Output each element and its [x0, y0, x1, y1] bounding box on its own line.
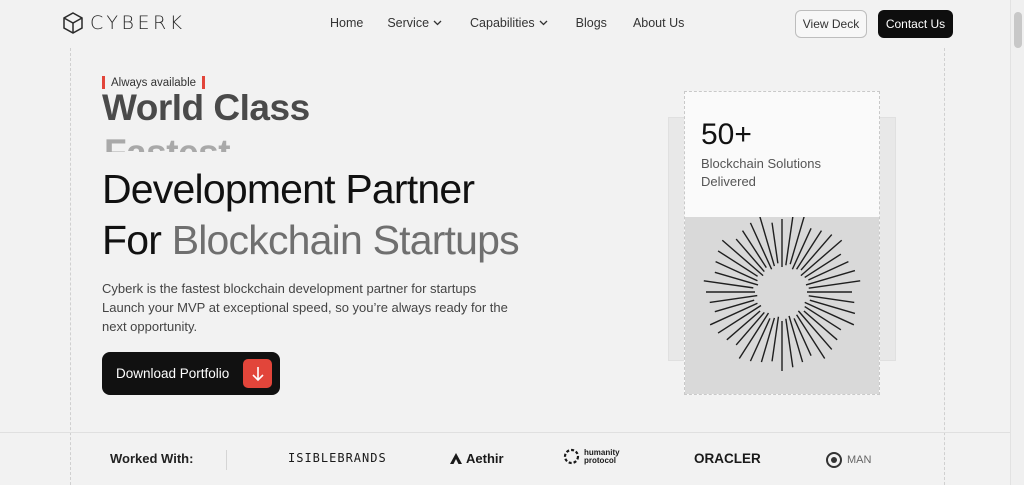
- partners-separator: [226, 450, 227, 470]
- navbar: CYBERK Home Service Capabilities Blogs A…: [0, 0, 1010, 48]
- guide-right: [944, 48, 945, 485]
- nav-service-label: Service: [387, 16, 430, 30]
- guide-left: [70, 48, 71, 485]
- nav-blogs-label: Blogs: [575, 16, 607, 30]
- scrollbar-thumb[interactable]: [1014, 12, 1022, 48]
- humanity-logo-icon: [563, 448, 580, 465]
- badge-bar-right: [202, 76, 206, 89]
- headline-line-2-prefix: For: [102, 217, 172, 263]
- partners-title: Worked With:: [110, 451, 194, 466]
- partner-logo-visiblebrands: ISIBLEBRANDS: [288, 451, 387, 465]
- hero-headline: Development Partner For Blockchain Start…: [102, 164, 520, 266]
- partner-logo-oracler: ORACLER: [694, 451, 761, 466]
- burst-pattern: [685, 216, 879, 394]
- main-menu: Home Service Capabilities Blogs About Us: [330, 16, 684, 30]
- partner-name-humanity: humanity protocol: [584, 447, 620, 465]
- nav-capabilities[interactable]: Capabilities: [470, 16, 548, 30]
- download-portfolio-button[interactable]: Download Portfolio: [102, 352, 280, 395]
- view-deck-button[interactable]: View Deck: [795, 10, 867, 38]
- stat-card-top: 50+ Blockchain Solutions Delivered: [685, 92, 879, 217]
- nav-home[interactable]: Home: [330, 16, 363, 30]
- contact-us-button[interactable]: Contact Us: [878, 10, 953, 38]
- nav-about-label: About Us: [632, 16, 685, 30]
- partner-logo-aethir: Aethir: [450, 451, 504, 466]
- partner-name-oracler: ORACLER: [694, 451, 761, 466]
- chevron-down-icon: [433, 20, 442, 26]
- download-portfolio-label: Download Portfolio: [116, 366, 230, 381]
- partner-name-visiblebrands: ISIBLEBRANDS: [288, 451, 387, 465]
- stat-label: Blockchain Solutions Delivered: [701, 156, 821, 189]
- hero-description: Cyberk is the fastest blockchain develop…: [102, 281, 508, 334]
- nav-capabilities-label: Capabilities: [470, 16, 535, 30]
- page-scrollbar[interactable]: [1010, 0, 1024, 485]
- rolling-word-next: Fastest: [104, 132, 231, 152]
- partner-name-mantra: MAN: [847, 454, 872, 466]
- headline-line-2: For Blockchain Startups: [102, 215, 520, 266]
- nav-service[interactable]: Service: [387, 16, 442, 30]
- partner-name-aethir: Aethir: [466, 451, 504, 466]
- brand-logo[interactable]: CYBERK: [62, 12, 186, 34]
- brand-name: CYBERK: [90, 12, 186, 34]
- stat-value: 50+: [701, 118, 752, 151]
- stat-card: 50+ Blockchain Solutions Delivered: [684, 91, 880, 395]
- section-divider: [0, 432, 1010, 433]
- headline-highlight: Blockchain Startups: [171, 217, 520, 263]
- arrow-down-icon: [243, 359, 272, 388]
- headline-line-1: Development Partner: [102, 166, 475, 212]
- mantra-logo-icon: [826, 452, 842, 468]
- partner-logo-mantra: MAN: [825, 451, 871, 469]
- partner-logo-humanity: humanity protocol: [563, 448, 628, 465]
- badge-label: Always available: [111, 76, 197, 89]
- cube-logo-icon: [63, 12, 83, 34]
- sunburst-icon: [703, 216, 861, 371]
- rolling-headline: World Class Fastest: [102, 94, 502, 152]
- nav-about[interactable]: About Us: [633, 16, 684, 30]
- rolling-word-current: World Class: [102, 94, 310, 128]
- nav-blogs[interactable]: Blogs: [576, 16, 607, 30]
- aethir-logo-icon: [450, 453, 462, 464]
- page: CYBERK Home Service Capabilities Blogs A…: [0, 0, 1024, 485]
- chevron-down-icon: [539, 20, 548, 26]
- availability-badge: Always available: [102, 76, 206, 89]
- nav-home-label: Home: [330, 16, 364, 30]
- badge-bar-left: [102, 76, 105, 89]
